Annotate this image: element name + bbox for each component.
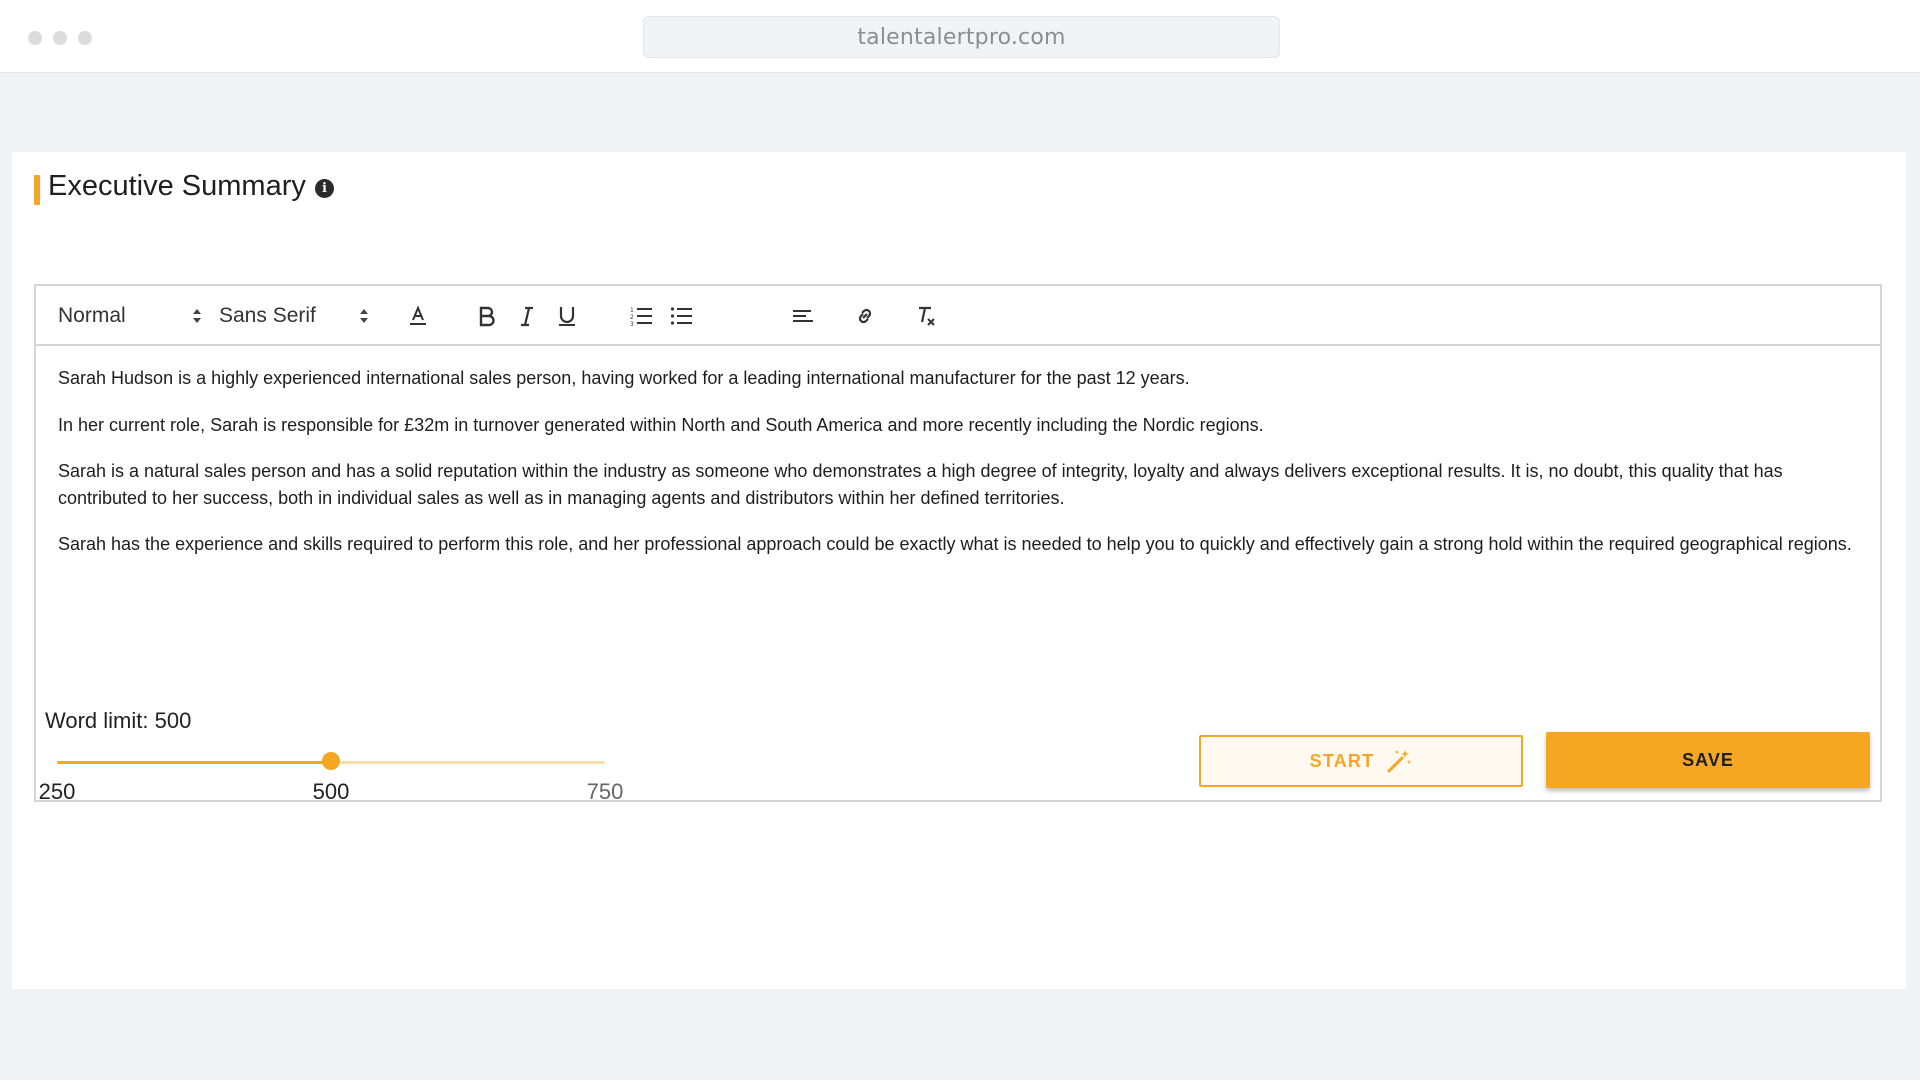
browser-chrome: talentalertpro.com xyxy=(0,0,1920,73)
section-title: Executive Summary xyxy=(48,170,306,202)
bullet-list-button[interactable] xyxy=(666,286,698,346)
underline-button[interactable] xyxy=(551,286,583,346)
word-limit-slider-thumb[interactable] xyxy=(322,752,340,770)
slider-max-label: 750 xyxy=(586,779,624,804)
executive-summary-card: Executive Summary i Normal Sans Serif 1 … xyxy=(12,152,1906,989)
select-arrows-icon xyxy=(193,309,201,323)
ordered-list-button[interactable]: 1 2 3 xyxy=(626,286,658,346)
align-button[interactable] xyxy=(787,286,819,346)
window-maximize-dot[interactable] xyxy=(78,31,92,45)
bold-button[interactable] xyxy=(471,286,503,346)
underline-icon xyxy=(559,307,575,326)
clear-format-button[interactable] xyxy=(910,286,942,346)
ordered-list-icon: 1 2 3 xyxy=(630,307,652,327)
address-bar[interactable]: talentalertpro.com xyxy=(643,16,1280,58)
title-accent-bar xyxy=(34,175,40,205)
word-limit-slider-fill xyxy=(57,761,331,764)
start-button[interactable]: START xyxy=(1199,735,1523,787)
clear-format-icon xyxy=(919,306,935,326)
text-color-icon xyxy=(410,305,426,325)
align-icon xyxy=(793,310,813,322)
info-icon[interactable]: i xyxy=(315,179,334,198)
editor-toolbar: Normal Sans Serif 1 2 3 xyxy=(36,286,1880,346)
editor-paragraph[interactable]: Sarah has the experience and skills requ… xyxy=(58,531,1860,558)
start-button-label: START xyxy=(1309,750,1375,771)
word-limit-label: Word limit: 500 xyxy=(45,708,192,733)
rich-text-editor: Normal Sans Serif 1 2 3 Sarah Hudson is … xyxy=(34,284,1882,802)
svg-text:2: 2 xyxy=(630,314,634,321)
italic-icon xyxy=(521,306,533,327)
editor-paragraph[interactable]: Sarah Hudson is a highly experienced int… xyxy=(58,365,1860,392)
bold-icon xyxy=(479,306,495,327)
editor-content[interactable]: Sarah Hudson is a highly experienced int… xyxy=(36,348,1880,558)
svg-text:1: 1 xyxy=(630,307,634,314)
bullet-list-icon xyxy=(670,307,692,325)
select-arrows-icon xyxy=(360,309,368,323)
link-button[interactable] xyxy=(849,286,881,346)
format-select-value: Normal xyxy=(58,304,126,327)
font-select-value: Sans Serif xyxy=(219,304,316,327)
slider-mid-label: 500 xyxy=(312,779,350,804)
magic-wand-icon xyxy=(1387,750,1412,773)
window-close-dot[interactable] xyxy=(28,31,42,45)
save-button-label: SAVE xyxy=(1682,749,1734,770)
link-icon xyxy=(858,308,872,324)
window-minimize-dot[interactable] xyxy=(53,31,67,45)
text-color-button[interactable] xyxy=(402,286,434,346)
font-select[interactable]: Sans Serif xyxy=(219,286,368,346)
editor-paragraph[interactable]: Sarah is a natural sales person and has … xyxy=(58,458,1860,511)
slider-min-label: 250 xyxy=(38,779,76,804)
format-select[interactable]: Normal xyxy=(58,286,201,346)
editor-paragraph[interactable]: In her current role, Sarah is responsibl… xyxy=(58,412,1860,439)
save-button[interactable]: SAVE xyxy=(1546,732,1870,788)
svg-text:3: 3 xyxy=(630,321,634,327)
italic-button[interactable] xyxy=(511,286,543,346)
